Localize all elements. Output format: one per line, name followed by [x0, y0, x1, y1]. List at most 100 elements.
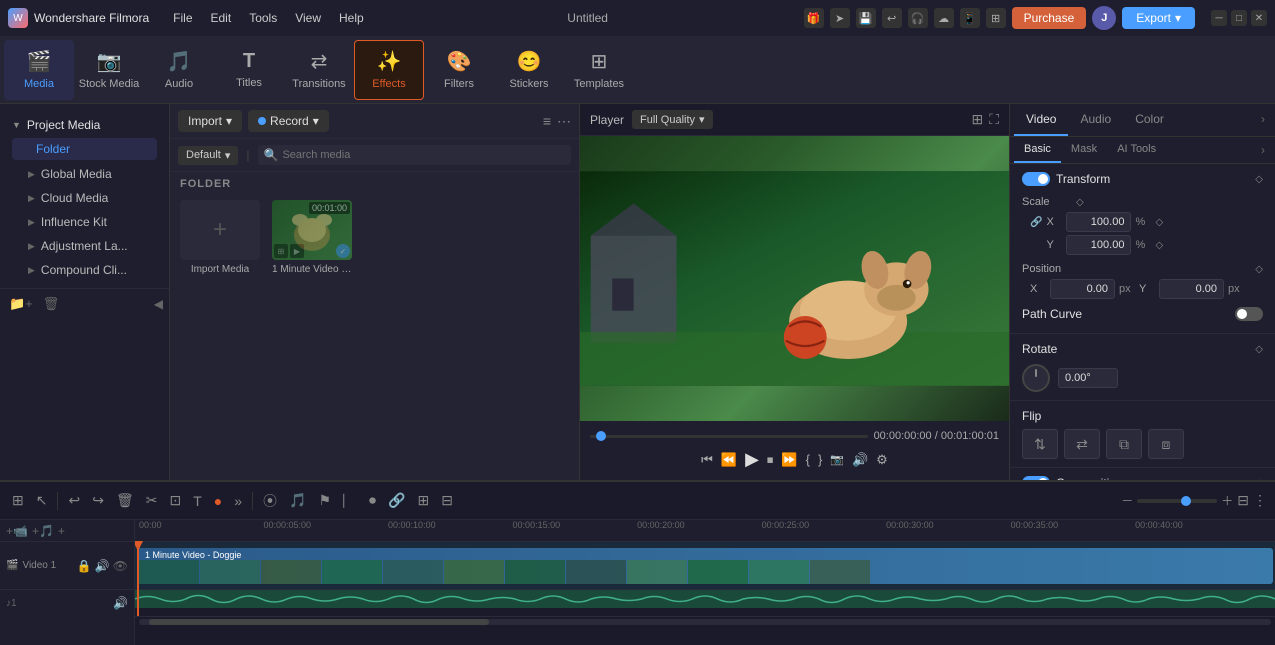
timeline-select-button[interactable]: ↖ [32, 489, 52, 512]
toolbar-titles[interactable]: T Titles [214, 40, 284, 100]
import-media-item[interactable]: + Import Media [180, 200, 260, 275]
tab-audio[interactable]: Audio [1068, 104, 1123, 136]
undo-button[interactable]: ↩ [64, 489, 84, 512]
step-back-button[interactable]: ⏪ [721, 452, 737, 468]
flip-option4-button[interactable]: ⧈ [1148, 429, 1184, 459]
mobile-icon[interactable]: 📱 [960, 8, 980, 28]
record-button[interactable]: Record ▾ [248, 110, 329, 132]
menu-file[interactable]: File [165, 7, 200, 29]
more-button[interactable]: » [230, 490, 246, 512]
add-audio-track-button[interactable]: +🎵 [32, 524, 54, 538]
scale-x-reset[interactable]: ◇ [1155, 217, 1163, 228]
snapshot-button[interactable]: 📷 [830, 453, 844, 466]
progress-bar[interactable] [590, 435, 868, 438]
position-y-input[interactable] [1159, 279, 1224, 299]
track-lock-icon[interactable]: 🔒 [77, 559, 92, 573]
snap-button[interactable]: ⦿ [259, 488, 281, 514]
add-video-track-button[interactable]: +📹 [6, 524, 28, 538]
marker-button[interactable]: ⚑ [314, 489, 335, 512]
user-avatar[interactable]: J [1092, 6, 1116, 30]
tab-video[interactable]: Video [1014, 104, 1068, 136]
zoom-handle[interactable] [1181, 496, 1191, 506]
text-button[interactable]: T [189, 490, 206, 512]
toolbar-templates[interactable]: ⊞ Templates [564, 40, 634, 100]
collapse-sidebar-button[interactable]: ◀ [154, 297, 163, 311]
video-clip[interactable]: 1 Minute Video - Doggie [137, 548, 1273, 584]
audio-mute-icon[interactable]: 🔊 [113, 596, 128, 610]
link-button[interactable]: 🔗 [384, 489, 409, 512]
export-button[interactable]: Export ▾ [1122, 7, 1195, 29]
subtab-ai-tools[interactable]: AI Tools [1107, 137, 1166, 163]
playhead[interactable] [137, 542, 139, 616]
sidebar-item-folder[interactable]: Folder [12, 138, 157, 160]
scale-y-input[interactable] [1066, 235, 1131, 255]
video-media-item[interactable]: 00:01:00 ⊞ ▶ ✓ 1 Minute Video - Dog... [272, 200, 352, 275]
close-button[interactable]: ✕ [1251, 10, 1267, 26]
timeline-grid-button[interactable]: ⊞ [8, 489, 28, 512]
zoom-out-button[interactable]: － [1121, 492, 1133, 509]
save-icon[interactable]: 💾 [856, 8, 876, 28]
filter-icon[interactable]: ≡ [543, 113, 551, 130]
delete-folder-icon[interactable]: 🗑 [40, 293, 63, 315]
toolbar-transitions[interactable]: ⇄ Transitions [284, 40, 354, 100]
step-forward-button[interactable]: ⏩ [781, 452, 797, 468]
toolbar-stock-media[interactable]: 📷 Stock Media [74, 40, 144, 100]
transform-keyframe-icon[interactable]: ◇ [1255, 174, 1263, 185]
toolbar-audio[interactable]: 🎵 Audio [144, 40, 214, 100]
audio-button-tl[interactable]: 🎵 [285, 489, 310, 512]
sidebar-item-compound[interactable]: ▶ Compound Cli... [8, 258, 161, 282]
import-button[interactable]: Import ▾ [178, 110, 242, 132]
props-subtab-arrow[interactable]: › [1255, 137, 1271, 163]
scale-keyframe-icon[interactable]: ◇ [1076, 197, 1084, 208]
zoom-slider[interactable] [1137, 499, 1217, 503]
sidebar-item-project-media[interactable]: ▼ Project Media [8, 114, 161, 136]
gift-icon[interactable]: 🎁 [804, 8, 824, 28]
toolbar-effects[interactable]: ✨ Effects [354, 40, 424, 100]
compositing-toggle[interactable] [1022, 476, 1050, 480]
position-keyframe-icon[interactable]: ◇ [1255, 264, 1263, 275]
grid-icon[interactable]: ⊞ [986, 8, 1006, 28]
maximize-button[interactable]: □ [1231, 10, 1247, 26]
crop-button[interactable]: ⊡ [165, 489, 185, 512]
toolbar-media[interactable]: 🎬 Media [4, 40, 74, 100]
rotate-input[interactable] [1058, 368, 1118, 388]
audio-button[interactable]: 🔊 [852, 452, 868, 468]
skip-start-button[interactable]: ⏮ [701, 452, 713, 468]
menu-tools[interactable]: Tools [241, 7, 285, 29]
redo-button[interactable]: ↪ [88, 489, 108, 512]
props-tab-arrow[interactable]: › [1255, 104, 1271, 136]
headphone-icon[interactable]: 🎧 [908, 8, 928, 28]
scroll-track[interactable] [139, 619, 1271, 625]
fullscreen-icon[interactable]: ⛶ [989, 111, 999, 128]
sidebar-item-cloud-media[interactable]: ▶ Cloud Media [8, 186, 161, 210]
view-options-button[interactable]: ⊟ [1237, 492, 1249, 509]
mark-in-button[interactable]: { [806, 452, 810, 467]
path-curve-toggle[interactable] [1235, 307, 1263, 321]
arrow-icon[interactable]: ➤ [830, 8, 850, 28]
scale-y-reset[interactable]: ◇ [1155, 240, 1163, 251]
minimize-button[interactable]: ─ [1211, 10, 1227, 26]
sidebar-item-influence-kit[interactable]: ▶ Influence Kit [8, 210, 161, 234]
grid-view-icon[interactable]: ⊞ [971, 111, 983, 128]
settings-button[interactable]: ⚙ [876, 452, 888, 468]
record-button-tl[interactable]: ⏺ [365, 489, 380, 512]
pip-button[interactable]: ⊟ [437, 489, 457, 512]
toolbar-stickers[interactable]: 😊 Stickers [494, 40, 564, 100]
tab-color[interactable]: Color [1123, 104, 1176, 136]
sidebar-item-global-media[interactable]: ▶ Global Media [8, 162, 161, 186]
subtab-mask[interactable]: Mask [1061, 137, 1107, 163]
toolbar-filters[interactable]: 🎨 Filters [424, 40, 494, 100]
rotate-keyframe-icon[interactable]: ◇ [1255, 344, 1263, 355]
search-input[interactable] [282, 149, 565, 161]
split-button[interactable]: ⎸ [339, 489, 361, 512]
subtab-basic[interactable]: Basic [1014, 137, 1061, 163]
track-visibility-icon[interactable]: 👁 [113, 559, 128, 573]
rotate-knob[interactable] [1022, 364, 1050, 392]
menu-view[interactable]: View [287, 7, 329, 29]
flip-vertical-button[interactable]: ⇅ [1022, 429, 1058, 459]
cut-button[interactable]: ✂ [142, 489, 162, 512]
more-options-icon[interactable]: ⋯ [557, 113, 571, 130]
scroll-thumb[interactable] [149, 619, 489, 625]
undo-icon[interactable]: ↩ [882, 8, 902, 28]
purchase-button[interactable]: Purchase [1012, 7, 1087, 29]
